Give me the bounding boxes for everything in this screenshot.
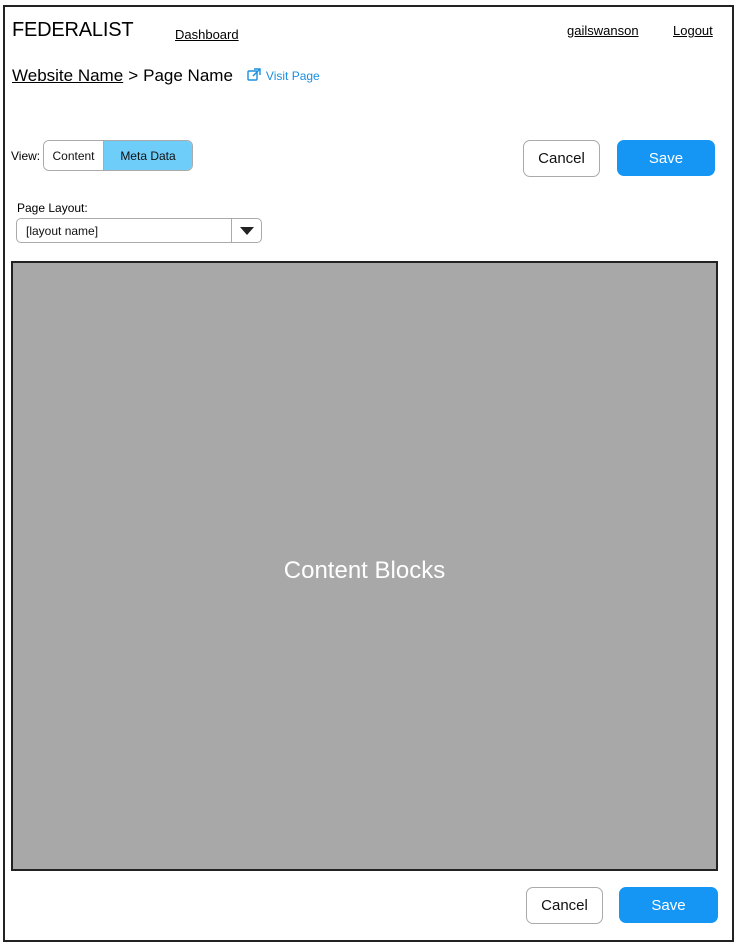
view-label: View: bbox=[11, 149, 41, 163]
visit-page-label: Visit Page bbox=[265, 69, 320, 83]
breadcrumb-page: Page Name bbox=[143, 66, 233, 85]
cancel-button-top[interactable]: Cancel bbox=[523, 140, 600, 177]
user-link[interactable]: gailswanson bbox=[567, 23, 639, 38]
content-blocks-area[interactable]: Content Blocks bbox=[11, 261, 718, 871]
save-button-top[interactable]: Save bbox=[617, 140, 715, 176]
page-layout-value: [layout name] bbox=[26, 223, 99, 238]
breadcrumb: Website Name > Page Name Visit Page bbox=[12, 66, 320, 86]
external-link-icon bbox=[247, 68, 266, 84]
page-layout-label: Page Layout: bbox=[17, 201, 88, 215]
content-blocks-label: Content Blocks bbox=[283, 557, 446, 584]
view-toggle: Content Meta Data bbox=[43, 140, 193, 171]
view-content-option[interactable]: Content bbox=[44, 141, 104, 170]
dashboard-link[interactable]: Dashboard bbox=[175, 27, 239, 42]
cancel-button-bottom[interactable]: Cancel bbox=[526, 887, 603, 924]
visit-page-link[interactable]: Visit Page bbox=[247, 68, 320, 84]
breadcrumb-site-link[interactable]: Website Name bbox=[12, 66, 123, 86]
view-metadata-option[interactable]: Meta Data bbox=[104, 141, 192, 170]
page-layout-select[interactable]: [layout name] bbox=[16, 218, 262, 243]
caret-down-icon[interactable] bbox=[231, 219, 261, 242]
breadcrumb-separator: > bbox=[128, 66, 139, 85]
brand-logo: FEDERALIST bbox=[12, 19, 134, 41]
logout-link[interactable]: Logout bbox=[673, 23, 713, 38]
save-button-bottom[interactable]: Save bbox=[619, 887, 718, 923]
